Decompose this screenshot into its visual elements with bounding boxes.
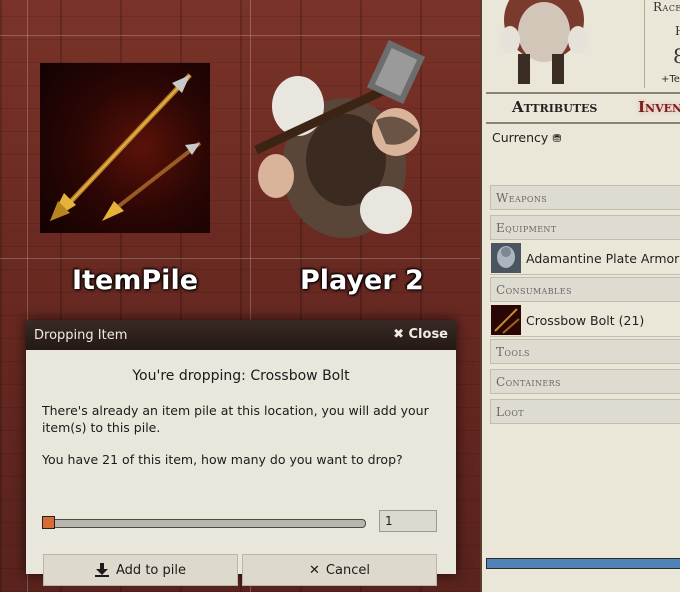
sheet-progress-bar [486, 558, 680, 569]
quantity-slider[interactable] [46, 519, 366, 528]
token-label-itempile: ItemPile [72, 265, 199, 296]
dialog-header[interactable]: Dropping Item ✖ Close [26, 320, 456, 350]
category-loot[interactable]: Loot [490, 399, 680, 424]
race-panel: Race H 8 +Tem [644, 0, 680, 88]
category-weapons[interactable]: Weapons [490, 185, 680, 210]
character-sheet: Race H 8 +Tem Attributes Invento Currenc… [480, 0, 680, 592]
currency-row[interactable]: Currency ⛃ [492, 130, 562, 145]
cancel-label: Cancel [325, 562, 370, 578]
tab-inventory[interactable]: Invento [638, 98, 680, 116]
list-item[interactable]: Adamantine Plate Armor [490, 242, 680, 275]
itempile-token[interactable] [40, 63, 210, 233]
dialog-title: Dropping Item [34, 328, 128, 343]
drop-item-dialog: Dropping Item ✖ Close You're dropping: C… [26, 320, 456, 586]
add-to-pile-label: Add to pile [116, 562, 186, 578]
dwarf-portrait-icon [500, 0, 588, 84]
sheet-tabs: Attributes Invento [486, 92, 680, 124]
tab-attributes[interactable]: Attributes [512, 98, 597, 116]
category-tools[interactable]: Tools [490, 339, 680, 364]
coins-icon: ⛃ [552, 132, 562, 145]
armor-icon [491, 243, 521, 273]
dwarf-warrior-icon [254, 39, 426, 238]
dialog-heading: You're dropping: Crossbow Bolt [132, 368, 350, 384]
character-portrait [482, 0, 642, 90]
quantity-input[interactable] [379, 510, 437, 532]
race-value: 8 [673, 44, 680, 68]
item-name-armor: Adamantine Plate Armor [526, 251, 680, 266]
dialog-body: You're dropping: Crossbow Bolt There's a… [26, 350, 456, 586]
dialog-close-button[interactable]: ✖ Close [393, 327, 448, 342]
grid-line [0, 35, 480, 36]
grid-line [0, 258, 480, 259]
list-item[interactable]: Crossbow Bolt (21) [490, 304, 680, 337]
crossbow-bolt-small-icon [491, 305, 521, 335]
close-icon: ✖ [393, 327, 404, 342]
race-sub-label: +Tem [661, 74, 680, 85]
race-h-label: H [675, 24, 680, 38]
dialog-message: There's already an item pile at this loc… [42, 403, 429, 435]
quantity-slider-thumb[interactable] [42, 516, 55, 529]
crossbow-bolt-icon [50, 73, 202, 221]
token-label-player: Player 2 [300, 265, 424, 296]
download-icon [95, 563, 110, 577]
cancel-icon: ✕ [309, 562, 320, 578]
category-containers[interactable]: Containers [490, 369, 680, 394]
race-label: Race [653, 0, 680, 14]
currency-label: Currency [492, 130, 549, 145]
category-consumables[interactable]: Consumables [490, 277, 680, 302]
dialog-question: You have 21 of this item, how many do yo… [42, 452, 403, 467]
player-token[interactable] [236, 39, 446, 250]
category-equipment[interactable]: Equipment [490, 215, 680, 240]
add-to-pile-button[interactable]: Add to pile [43, 554, 238, 586]
item-name-bolt: Crossbow Bolt (21) [526, 313, 645, 328]
cancel-button[interactable]: ✕ Cancel [242, 554, 437, 586]
close-label: Close [408, 327, 448, 342]
